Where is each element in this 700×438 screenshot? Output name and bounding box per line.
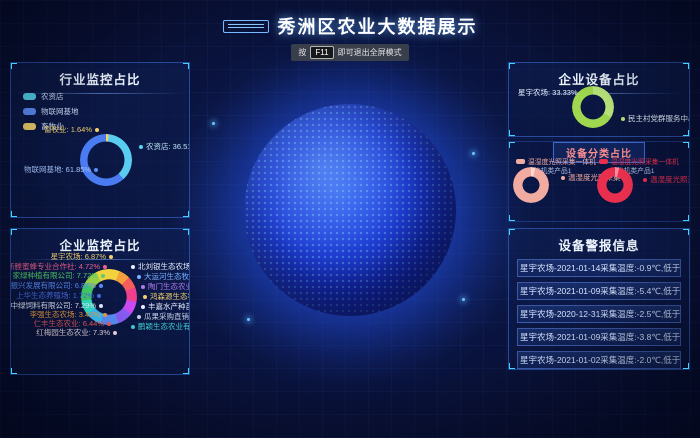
dashboard: 秀洲区农业大数据展示 按 F11 即可退出全屏模式 行业监控占比 农资店 物联网…: [0, 0, 700, 438]
legend-swatch: [23, 108, 36, 115]
industry-donut-chart[interactable]: [80, 134, 132, 186]
slice-label: 温湿度光照采集一: [643, 175, 690, 184]
panel-device-category: 设备分类占比 温湿度光照采集一体机 一体机类产品1 温湿度光照采集一 温湿度光照…: [508, 141, 690, 222]
page-header: 秀洲区农业大数据展示 按 F11 即可退出全屏模式: [0, 13, 700, 61]
slice-label: 新塍蜜蜂专业合作社: 4.72%: [10, 262, 107, 271]
category-donut-chart-2[interactable]: [597, 167, 633, 203]
legend-label: 农资店: [41, 91, 64, 102]
panel-title: 设备警报信息: [509, 235, 689, 254]
particle-dot: [212, 122, 215, 125]
f11-keycap: F11: [310, 46, 333, 59]
slice-label: 上华生态养殖场: 1.72%: [16, 291, 101, 300]
fullscreen-hint: 按 F11 即可退出全屏模式: [291, 44, 408, 61]
panel-title: 行业监控占比: [11, 69, 189, 88]
alarm-row: 星宇农场-2020-12-31采集温度:-2.5℃,低于下限:0℃: [517, 305, 681, 323]
slice-label: 瓜果采购直销地: 15.02%: [137, 312, 190, 321]
slice-label: 振兴发展有限公司: 6.87%: [11, 281, 103, 290]
legend-item[interactable]: 农资店: [23, 91, 79, 102]
slice-label: 仁丰生态农业: 6.44%: [34, 319, 111, 328]
legend-swatch: [599, 159, 608, 164]
globe-visualization: [244, 104, 456, 316]
particle-dot: [462, 298, 465, 301]
slice-label: 家绿种植有限公司: 7.72%: [13, 271, 105, 280]
hint-prefix: 按: [298, 47, 306, 58]
legend-swatch: [23, 93, 36, 100]
slice-label: 丰嘉水产种苗养殖场: 1.: [141, 302, 190, 311]
slice-label: 鹏颖生态农业有限公司: 6.87%: [131, 322, 190, 331]
category-donut-chart-1[interactable]: [513, 167, 549, 203]
slice-label: 民主村党群服务中心:: [621, 114, 690, 123]
slice-label: 畜牧业: 1.64%: [44, 125, 99, 134]
panel-industry-monitor: 行业监控占比 农资店 物联网基地 畜牧业 畜牧业: 1.64% 农资店: 36.…: [10, 62, 190, 218]
legend-label: 物联网基地: [41, 106, 79, 117]
alarm-row: 星宇农场-2021-01-09采集温度:-3.8℃,低于下限:0℃: [517, 328, 681, 346]
slice-label: 物联网基地: 61.85%: [24, 165, 98, 174]
slice-label: 陶门生态农业科技有限公: [141, 282, 190, 291]
slice-label: 星宇农场: 6.87%: [51, 252, 113, 261]
panel-enterprise-monitor: 企业监控占比 星宇农场: 6.87% 新塍蜜蜂专业合作社: 4.72% 家绿种植…: [10, 228, 190, 375]
panel-title: 企业设备占比: [509, 69, 689, 88]
legend-swatch: [516, 159, 525, 164]
slice-label: 李强生态农场: 3.42%: [30, 310, 107, 319]
slice-label: 北刘银生态农场: 11.10%: [131, 262, 190, 271]
legend-swatch: [23, 123, 36, 130]
slice-label: 红梅园生态农业: 7.3%: [36, 328, 117, 337]
alarm-row: 星宇农场-2021-01-14采集温度:-0.9℃,低于下限:0℃: [517, 259, 681, 277]
alarm-row: 星宇农场-2021-01-09采集温度:-5.4℃,低于下限:0℃: [517, 282, 681, 300]
panel-enterprise-device: 企业设备占比 星宇农场: 33.33% 民主村党群服务中心:: [508, 62, 690, 137]
panel-device-alarm: 设备警报信息 星宇农场-2021-01-14采集温度:-0.9℃,低于下限:0℃…: [508, 228, 690, 370]
particle-dot: [472, 152, 475, 155]
alarm-row: 星宇农场-2021-01-02采集温度:-2.0℃,低于下限:0℃: [517, 351, 681, 369]
particle-dot: [247, 318, 250, 321]
slice-label: 大运河生态牧业有限责任公: [137, 272, 190, 281]
brand-logo-icon: [223, 20, 269, 33]
slice-label: 农资店: 36.51%: [139, 142, 190, 151]
slice-label: 鸿森源生态农场: 4.29%: [143, 292, 190, 301]
legend-item[interactable]: 物联网基地: [23, 106, 79, 117]
hint-suffix: 即可退出全屏模式: [338, 47, 402, 58]
page-title: 秀洲区农业大数据展示: [278, 13, 478, 39]
slice-label: 星宇农场: 33.33%: [518, 88, 585, 97]
slice-label: 中绿饲料有限公司: 7.29%: [11, 301, 103, 310]
